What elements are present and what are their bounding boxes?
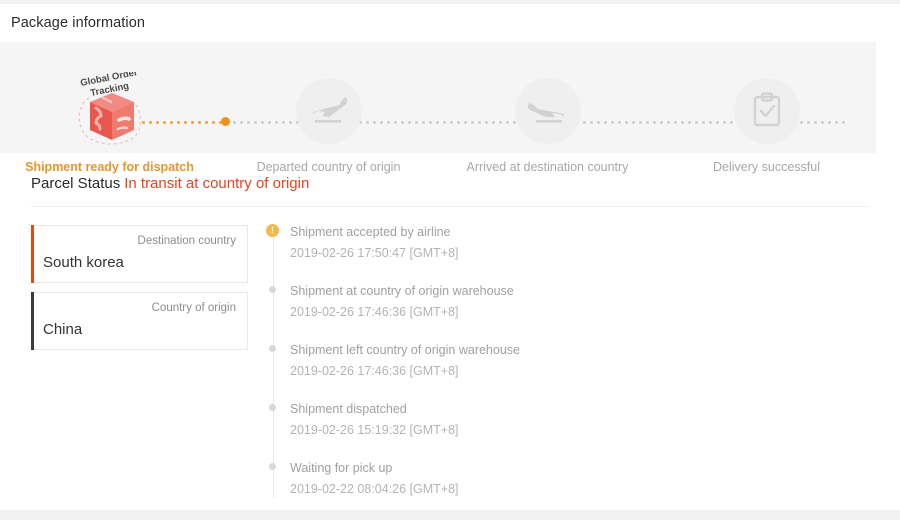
- parcel-status-value: In transit at country of origin: [124, 175, 310, 192]
- progress-step-label: Departed country of origin: [256, 160, 401, 174]
- timeline-dot-icon: [269, 345, 276, 352]
- timeline-item: Shipment left country of origin warehous…: [269, 343, 900, 378]
- timeline-event-time: 2019-02-22 08:04:26 [GMT+8]: [290, 482, 459, 496]
- progress-step-label: Arrived at destination country: [466, 160, 629, 174]
- step-icon-container: [295, 78, 362, 144]
- timeline-event-time: 2019-02-26 17:46:36 [GMT+8]: [290, 364, 459, 378]
- destination-country-label: Destination country: [137, 235, 236, 247]
- step-icon-container: [514, 78, 581, 144]
- progress-step-shipment-ready[interactable]: Global Order Tracking Shipment ready for…: [0, 42, 219, 174]
- origin-country-name: China: [43, 321, 83, 338]
- plane-landing-icon: [527, 93, 568, 130]
- clipboard-check-icon: [751, 91, 783, 131]
- timeline-event-time: 2019-02-26 17:50:47 [GMT+8]: [290, 246, 459, 260]
- timeline-event-title: Waiting for pick up: [290, 461, 393, 475]
- timeline-event-time: 2019-02-26 17:46:36 [GMT+8]: [290, 305, 459, 319]
- tracking-timeline: ! Shipment accepted by airline 2019-02-2…: [266, 224, 900, 520]
- timeline-item: Shipment at country of origin warehouse …: [269, 284, 900, 319]
- timeline-event-title: Shipment dispatched: [290, 402, 407, 416]
- progress-step-departed-origin[interactable]: Departed country of origin: [219, 42, 438, 174]
- timeline-dot-icon: [269, 404, 276, 411]
- bottom-strip: [0, 510, 900, 520]
- origin-country-card: Country of origin China: [31, 292, 248, 350]
- step-icon-container: [733, 78, 800, 144]
- progress-steps: Global Order Tracking Shipment ready for…: [0, 42, 876, 174]
- destination-country-card: Destination country South korea: [31, 225, 248, 283]
- shipment-progress-band: Global Order Tracking Shipment ready for…: [0, 42, 876, 174]
- package-cube-icon: Global Order Tracking: [55, 67, 165, 150]
- parcel-status-section: Parcel Status In transit at country of or…: [0, 153, 900, 520]
- destination-country-name: South korea: [43, 254, 124, 271]
- status-body: Destination country South korea Country …: [0, 207, 900, 520]
- timeline-event-title: Shipment at country of origin warehouse: [290, 284, 514, 298]
- timeline-current-marker-icon: !: [266, 224, 279, 237]
- timeline-dot-icon: [269, 286, 276, 293]
- timeline-item: ! Shipment accepted by airline 2019-02-2…: [266, 224, 900, 260]
- package-tracking-page: Package information Global Order Trackin…: [0, 0, 900, 520]
- progress-step-arrived-destination[interactable]: Arrived at destination country: [438, 42, 657, 174]
- timeline-event-title: Shipment accepted by airline: [290, 225, 451, 239]
- timeline-item: Waiting for pick up 2019-02-22 08:04:26 …: [269, 461, 900, 496]
- origin-country-label: Country of origin: [151, 302, 236, 314]
- parcel-status-label: Parcel Status: [31, 175, 121, 192]
- timeline-dot-icon: [269, 463, 276, 470]
- timeline-event-time: 2019-02-26 15:19:32 [GMT+8]: [290, 423, 459, 437]
- page-title: Package information: [11, 15, 146, 31]
- progress-step-label: Delivery successful: [713, 160, 820, 174]
- timeline-item: Shipment dispatched 2019-02-26 15:19:32 …: [269, 402, 900, 437]
- country-cards: Destination country South korea Country …: [31, 225, 248, 520]
- progress-step-label: Shipment ready for dispatch: [25, 160, 194, 174]
- page-header: Package information: [0, 4, 900, 42]
- plane-takeoff-icon: [309, 93, 349, 130]
- timeline-event-title: Shipment left country of origin warehous…: [290, 343, 520, 357]
- progress-step-delivery-successful[interactable]: Delivery successful: [657, 42, 876, 174]
